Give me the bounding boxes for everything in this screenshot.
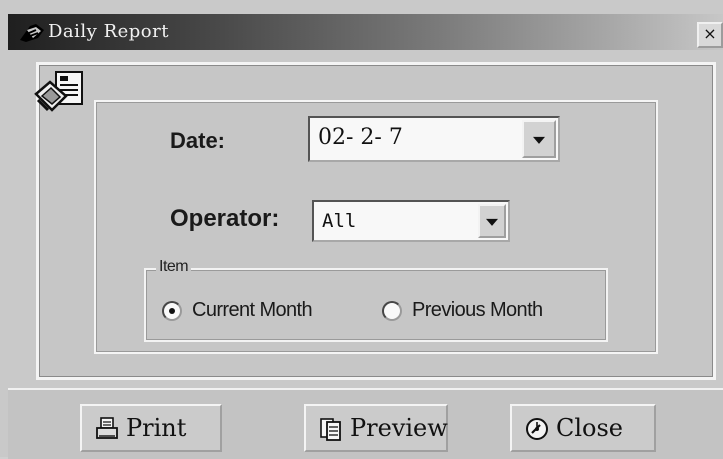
radio-selected-dot (169, 308, 175, 314)
print-button-label: Print (126, 414, 187, 442)
radio-label-previous-month: Previous Month (412, 299, 543, 321)
date-dropdown-button[interactable] (522, 120, 556, 158)
radio-current-month[interactable] (162, 301, 182, 321)
operator-dropdown-button[interactable] (478, 204, 506, 238)
radio-previous-month[interactable] (382, 301, 402, 321)
item-group-label: Item (156, 258, 192, 276)
preview-button-label: Preview (350, 414, 448, 442)
date-combobox[interactable]: 02- 2- 7 (308, 116, 560, 162)
title-logo-icon (20, 24, 44, 42)
chevron-down-icon (533, 136, 545, 144)
date-value: 02- 2- 7 (318, 125, 403, 150)
preview-button[interactable]: Preview (304, 404, 448, 452)
close-button[interactable]: Close (510, 404, 656, 452)
title-bar: Daily Report × (8, 14, 723, 50)
daily-report-window: Daily Report × Date: 02- 2- 7 Operator: … (0, 0, 723, 459)
radio-label-current-month: Current Month (192, 299, 313, 321)
window-title: Daily Report (48, 21, 169, 42)
chevron-down-icon (486, 218, 498, 226)
close-button-label: Close (556, 414, 624, 442)
operator-value: All (322, 210, 357, 232)
close-clock-icon (526, 418, 548, 440)
preview-pages-icon (320, 418, 341, 441)
titlebar-close-button[interactable]: × (697, 22, 723, 48)
print-button[interactable]: Print (80, 404, 222, 452)
operator-combobox[interactable]: All (312, 200, 510, 242)
report-app-icon (34, 71, 83, 112)
date-label: Date: (170, 128, 226, 153)
printer-icon (96, 417, 118, 439)
operator-label: Operator: (170, 205, 280, 232)
